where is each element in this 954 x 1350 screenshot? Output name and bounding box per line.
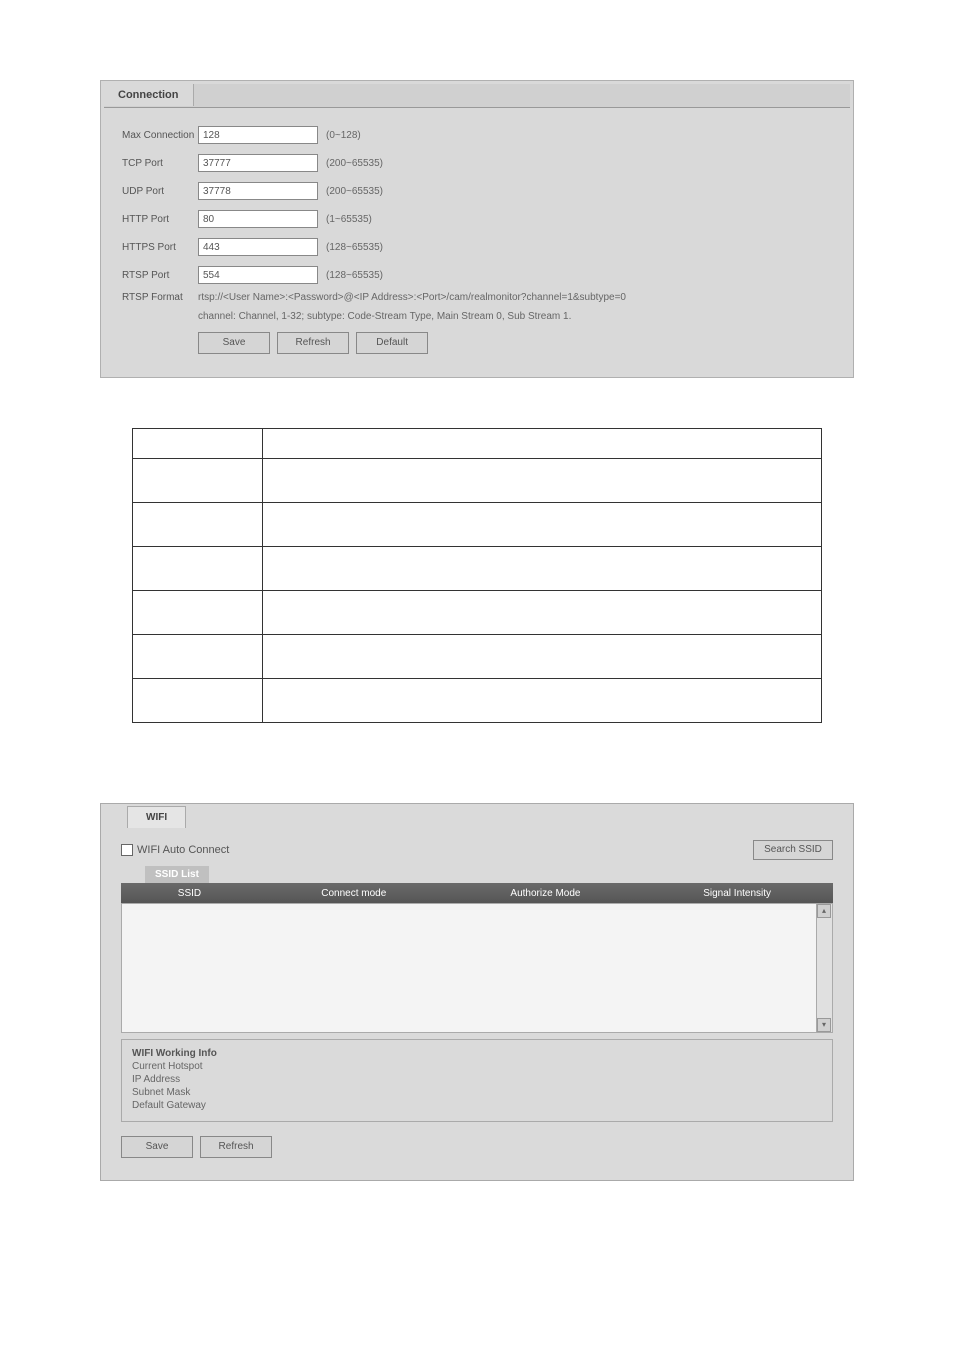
row-http-port: HTTP Port (1~65535) [122, 208, 832, 230]
wifi-subnet-mask: Subnet Mask [132, 1087, 822, 1098]
label-max-connection: Max Connection [122, 130, 198, 141]
hint-max-connection: (0~128) [326, 130, 361, 141]
input-rtsp-port[interactable] [198, 266, 318, 284]
wifi-default-gateway: Default Gateway [132, 1100, 822, 1111]
ssid-list-container: ▴ ▾ [121, 903, 833, 1033]
wifi-button-row: Save Refresh [121, 1136, 833, 1158]
row-max-connection: Max Connection (0~128) [122, 124, 832, 146]
rtsp-format-line2: channel: Channel, 1-32; subtype: Code-St… [198, 309, 832, 322]
label-rtsp-format: RTSP Format [122, 292, 198, 303]
wifi-top-row: WIFI Auto Connect Search SSID [121, 840, 833, 860]
search-ssid-button[interactable]: Search SSID [753, 840, 833, 860]
scroll-down-icon[interactable]: ▾ [817, 1018, 831, 1032]
hint-http-port: (1~65535) [326, 214, 372, 225]
ssid-scrollbar[interactable]: ▴ ▾ [817, 903, 833, 1033]
wifi-tab-bar: WIFI [103, 806, 851, 828]
tab-connection[interactable]: Connection [104, 84, 194, 106]
hint-udp-port: (200~65535) [326, 186, 383, 197]
col-header-authorize-mode: Authorize Mode [450, 888, 642, 899]
wifi-body: WIFI Auto Connect Search SSID SSID List … [103, 828, 851, 1178]
tab-wifi[interactable]: WIFI [127, 806, 186, 828]
table-cell [133, 547, 263, 591]
wifi-panel: WIFI WIFI Auto Connect Search SSID SSID … [100, 803, 854, 1181]
table-cell [133, 591, 263, 635]
table-row [133, 591, 822, 635]
wifi-auto-connect-label: WIFI Auto Connect [137, 844, 229, 856]
checkbox-icon [121, 844, 133, 856]
table-cell [263, 635, 822, 679]
refresh-button[interactable]: Refresh [277, 332, 349, 354]
wifi-working-info: WIFI Working Info Current Hotspot IP Add… [121, 1039, 833, 1122]
label-udp-port: UDP Port [122, 186, 198, 197]
ssid-list[interactable] [121, 903, 817, 1033]
row-rtsp-port: RTSP Port (128~65535) [122, 264, 832, 286]
wifi-auto-connect-checkbox[interactable]: WIFI Auto Connect [121, 844, 229, 856]
save-button[interactable]: Save [198, 332, 270, 354]
ssid-list-tab[interactable]: SSID List [145, 866, 209, 883]
label-tcp-port: TCP Port [122, 158, 198, 169]
table-cell [133, 679, 263, 723]
wifi-save-button[interactable]: Save [121, 1136, 193, 1158]
connection-panel: Connection Max Connection (0~128) TCP Po… [100, 80, 854, 378]
wifi-refresh-button[interactable]: Refresh [200, 1136, 272, 1158]
table-header-cell [263, 429, 822, 459]
row-https-port: HTTPS Port (128~65535) [122, 236, 832, 258]
hint-https-port: (128~65535) [326, 242, 383, 253]
label-rtsp-port: RTSP Port [122, 270, 198, 281]
table-cell [263, 459, 822, 503]
input-udp-port[interactable] [198, 182, 318, 200]
col-header-signal-intensity: Signal Intensity [641, 888, 833, 899]
col-header-connect-mode: Connect mode [258, 888, 450, 899]
table-cell [133, 635, 263, 679]
table-row [133, 459, 822, 503]
input-https-port[interactable] [198, 238, 318, 256]
table-cell [263, 679, 822, 723]
row-tcp-port: TCP Port (200~65535) [122, 152, 832, 174]
wifi-working-info-title: WIFI Working Info [132, 1048, 822, 1059]
label-https-port: HTTPS Port [122, 242, 198, 253]
row-rtsp-format: RTSP Format rtsp://<User Name>:<Password… [122, 292, 832, 303]
connection-tab-bar: Connection [104, 84, 850, 108]
table-cell [263, 591, 822, 635]
table-row [133, 635, 822, 679]
table-row [133, 503, 822, 547]
table-cell [263, 547, 822, 591]
row-udp-port: UDP Port (200~65535) [122, 180, 832, 202]
table-header-cell [133, 429, 263, 459]
table-cell [263, 503, 822, 547]
hint-tcp-port: (200~65535) [326, 158, 383, 169]
table-header-row [133, 429, 822, 459]
label-http-port: HTTP Port [122, 214, 198, 225]
wifi-current-hotspot: Current Hotspot [132, 1061, 822, 1072]
scroll-up-icon[interactable]: ▴ [817, 904, 831, 918]
col-header-ssid: SSID [121, 888, 258, 899]
default-button[interactable]: Default [356, 332, 428, 354]
parameter-table [132, 428, 822, 723]
wifi-ip-address: IP Address [132, 1074, 822, 1085]
table-cell [133, 503, 263, 547]
input-max-connection[interactable] [198, 126, 318, 144]
connection-button-row: Save Refresh Default [198, 332, 832, 354]
ssid-table-header: SSID Connect mode Authorize Mode Signal … [121, 883, 833, 903]
rtsp-format-line1: rtsp://<User Name>:<Password>@<IP Addres… [198, 292, 626, 303]
input-tcp-port[interactable] [198, 154, 318, 172]
table-row [133, 547, 822, 591]
table-cell [133, 459, 263, 503]
connection-form: Max Connection (0~128) TCP Port (200~655… [104, 108, 850, 374]
input-http-port[interactable] [198, 210, 318, 228]
hint-rtsp-port: (128~65535) [326, 270, 383, 281]
table-row [133, 679, 822, 723]
